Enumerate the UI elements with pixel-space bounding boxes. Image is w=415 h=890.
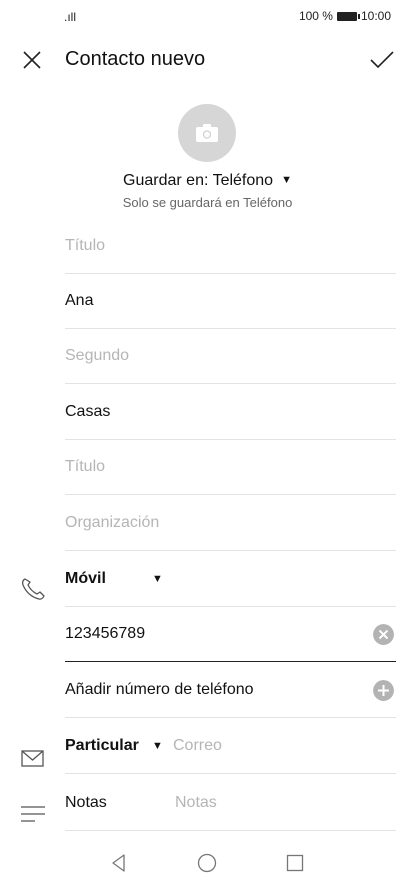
home-nav-icon[interactable]: [196, 852, 218, 874]
clear-icon[interactable]: [373, 624, 394, 645]
storage-note: Solo se guardará en Teléfono: [122, 195, 293, 210]
last-name-value: Casas: [65, 403, 111, 420]
close-icon[interactable]: [20, 48, 44, 72]
prefix-placeholder: Título: [65, 237, 106, 254]
suffix-placeholder: Título: [65, 458, 106, 475]
notes-input[interactable]: Notas: [175, 794, 217, 812]
signal-icon: .ıll: [64, 10, 76, 24]
email-row: Particular ▼ Correo: [65, 719, 396, 774]
notes-label: Notas: [65, 794, 107, 811]
notes-row: Notas Notas: [65, 776, 396, 831]
last-name-field[interactable]: Casas: [65, 385, 396, 440]
first-name-field[interactable]: Ana: [65, 274, 396, 329]
dropdown-arrow-icon: ▼: [281, 174, 292, 186]
camera-icon: [196, 124, 218, 142]
notes-icon: [21, 806, 45, 822]
storage-selector[interactable]: Guardar en: Teléfono ▼: [0, 172, 415, 190]
add-photo-button[interactable]: [178, 104, 236, 162]
storage-label: Guardar en: Teléfono: [123, 172, 274, 189]
dropdown-arrow-icon: ▼: [152, 573, 163, 585]
email-input[interactable]: Correo: [173, 737, 222, 755]
phone-type-selector[interactable]: Móvil ▼: [65, 552, 396, 607]
phone-icon: [21, 578, 45, 600]
add-phone-row[interactable]: Añadir número de teléfono: [65, 663, 396, 718]
back-nav-icon[interactable]: [108, 852, 130, 874]
phone-number-field[interactable]: 123456789: [65, 607, 396, 662]
add-icon[interactable]: [373, 680, 394, 701]
page-title: Contacto nuevo: [65, 48, 206, 70]
battery-percent: 100 %: [298, 9, 333, 23]
suffix-field[interactable]: Título: [65, 440, 396, 495]
middle-name-placeholder: Segundo: [65, 347, 130, 364]
check-icon[interactable]: [369, 48, 395, 72]
status-bar: .ıll 100 % 10:00: [0, 0, 415, 32]
app-bar: Contacto nuevo: [0, 36, 415, 84]
middle-name-field[interactable]: Segundo: [65, 329, 396, 384]
add-phone-label: Añadir número de teléfono: [65, 681, 254, 698]
phone-number-value: 123456789: [65, 625, 146, 642]
organization-placeholder: Organización: [65, 514, 160, 531]
navigation-bar: [0, 838, 415, 890]
prefix-field[interactable]: Título: [65, 219, 396, 274]
email-icon: [21, 750, 44, 767]
first-name-value: Ana: [65, 292, 94, 309]
recents-nav-icon[interactable]: [284, 852, 306, 874]
dropdown-arrow-icon[interactable]: ▼: [152, 740, 163, 752]
organization-field[interactable]: Organización: [65, 496, 396, 551]
clock: 10:00: [360, 9, 391, 23]
battery-icon: [336, 11, 360, 21]
email-type-selector[interactable]: Particular: [65, 737, 139, 755]
phone-type-label: Móvil: [65, 570, 106, 587]
